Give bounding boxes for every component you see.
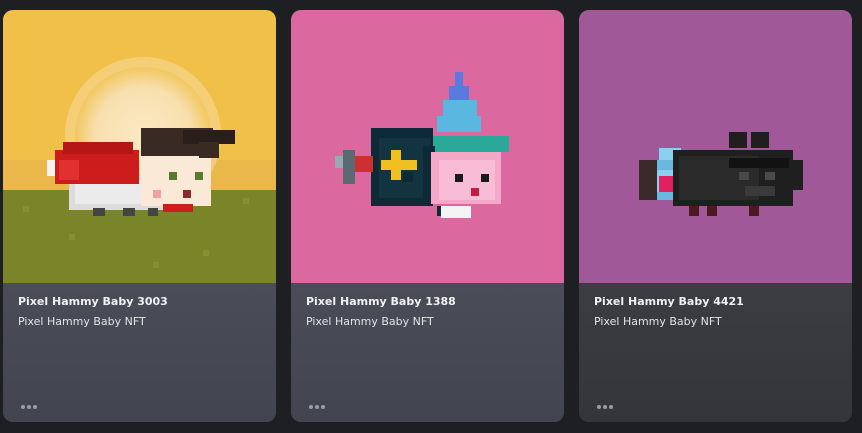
nft-card-info: Pixel Hammy Baby 4421 Pixel Hammy Baby N… [579, 283, 852, 422]
nft-image[interactable] [579, 10, 852, 283]
nft-card[interactable]: Pixel Hammy Baby 4421 Pixel Hammy Baby N… [579, 10, 852, 422]
nft-title[interactable]: Pixel Hammy Baby 3003 [18, 295, 168, 308]
nft-image[interactable] [3, 10, 276, 283]
ellipsis-icon[interactable] [17, 398, 43, 414]
hammy-potion-art [579, 10, 852, 283]
nft-title[interactable]: Pixel Hammy Baby 1388 [306, 295, 456, 308]
hammy-wizard-art [291, 10, 564, 283]
nft-collection-name[interactable]: Pixel Hammy Baby NFT [594, 315, 722, 328]
nft-card-info: Pixel Hammy Baby 3003 Pixel Hammy Baby N… [3, 283, 276, 422]
nft-card-grid: Pixel Hammy Baby 3003 Pixel Hammy Baby N… [0, 0, 862, 433]
ellipsis-icon[interactable] [305, 398, 331, 414]
nft-card[interactable]: Pixel Hammy Baby 3003 Pixel Hammy Baby N… [3, 10, 276, 422]
nft-card-info: Pixel Hammy Baby 1388 Pixel Hammy Baby N… [291, 283, 564, 422]
nft-card[interactable]: Pixel Hammy Baby 1388 Pixel Hammy Baby N… [291, 10, 564, 422]
hammy-sun-hero-art [3, 10, 276, 283]
nft-image[interactable] [291, 10, 564, 283]
nft-collection-name[interactable]: Pixel Hammy Baby NFT [18, 315, 146, 328]
ellipsis-icon[interactable] [593, 398, 619, 414]
nft-collection-name[interactable]: Pixel Hammy Baby NFT [306, 315, 434, 328]
nft-title[interactable]: Pixel Hammy Baby 4421 [594, 295, 744, 308]
